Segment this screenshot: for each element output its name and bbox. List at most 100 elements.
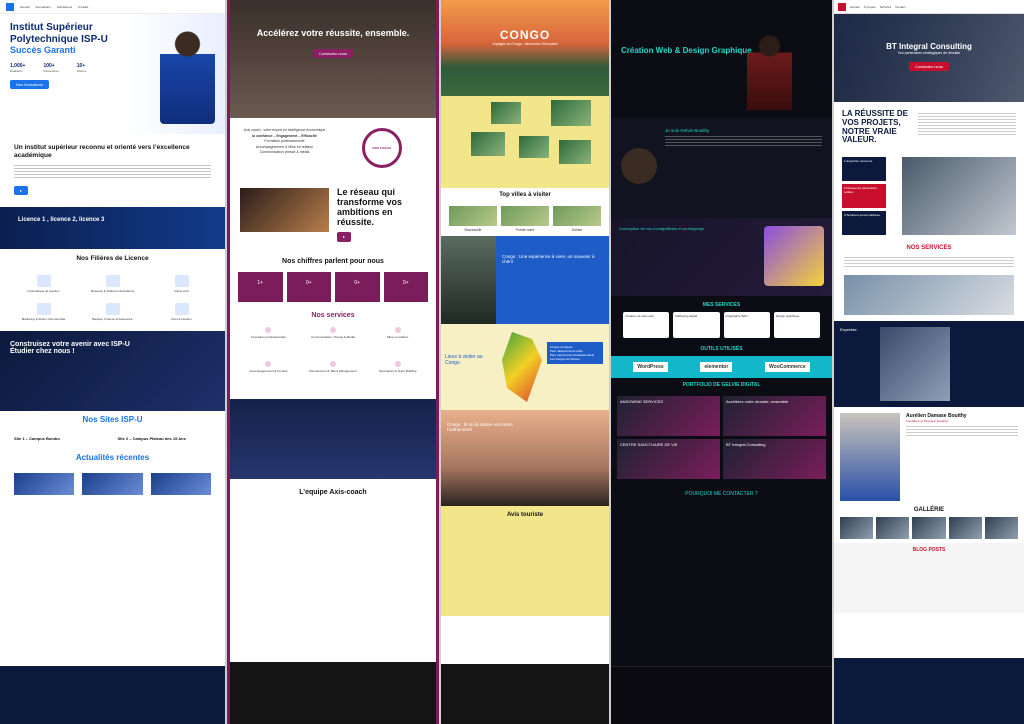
city-card[interactable]: Brazzaville — [449, 206, 497, 232]
filiere-item[interactable]: Génie Civil — [150, 275, 213, 297]
value-heading: LA RÉUSSITE DE VOS PROJETS, NOTRE VRAIE … — [842, 109, 908, 145]
news-thumbnail[interactable] — [150, 473, 211, 496]
congo-map — [502, 332, 542, 402]
service-card[interactable]: Design graphique — [773, 312, 820, 338]
top-navigation: Accueil Formations Admissions Contact — [0, 0, 225, 14]
elementor-logo: elementor — [700, 362, 733, 372]
services-paragraph — [844, 257, 1014, 270]
about-paragraph — [14, 164, 211, 179]
filieres-heading: Nos Filières de Licence — [76, 254, 149, 262]
service-label: Communication, Presse & Média — [311, 335, 355, 340]
service-card[interactable]: Infographie SEO — [723, 312, 770, 338]
learn-more-button[interactable]: ▸ — [14, 185, 29, 195]
contact-section: POURQUOI ME CONTACTER ? — [611, 483, 832, 573]
hero-subtitle: Vos partenaires stratégiques de réussite — [897, 51, 961, 55]
footer — [0, 666, 225, 724]
filiere-illustration — [36, 303, 51, 316]
service-item[interactable]: Accompagnement & Conseil — [238, 361, 299, 391]
about-heading: Un institut supérieur reconnu et orienté… — [14, 144, 190, 160]
service-item[interactable]: Mise en relation — [367, 327, 428, 357]
reseau-heading: Le réseau qui transforme vos ambitions e… — [337, 187, 403, 227]
woocommerce-logo: WooCommerce — [765, 362, 810, 372]
filiere-item[interactable]: Réseaux & Télécommunications — [81, 275, 144, 297]
nav-link[interactable]: Admissions — [57, 5, 72, 9]
filiere-item[interactable]: Banque, Finance & Assurance — [81, 303, 144, 325]
service-card[interactable]: Marketing digital — [673, 312, 720, 338]
nav-link[interactable]: Services — [880, 5, 892, 9]
hero-title-line1: Institut Supérieur — [10, 22, 93, 33]
top-villes-heading-wrap: Top villes à visiter — [441, 188, 609, 202]
contact-button[interactable]: Contactez-nous — [908, 62, 949, 71]
about-text: Je suis Gelvie Bouithy — [665, 128, 822, 208]
nav-link[interactable]: Accueil — [850, 5, 860, 9]
equipe-heading-wrap: L’equipe Axis-coach — [230, 479, 436, 507]
reseau-row: Le réseau qui transforme vos ambitions e… — [230, 178, 436, 252]
hero-subtitle: Voyagez au Congo : découvrez l’inexploré — [492, 42, 558, 46]
licence-band: Licence 1 , licence 2, licence 3 — [0, 206, 225, 249]
experience-text: Congo : Une expérience à vivre, un souve… — [502, 254, 595, 264]
collage-photo — [559, 140, 591, 164]
gallery-photo[interactable] — [840, 517, 874, 540]
service-item[interactable]: Séminaires & Team Building — [367, 361, 428, 391]
reseau-button[interactable]: ▸ — [337, 231, 352, 242]
service-card[interactable]: Création de sites web — [623, 312, 670, 338]
portfolio-item[interactable]: ANSOWINE SERVICES — [617, 396, 720, 436]
filiere-item[interactable]: Informatique de Gestion — [12, 275, 75, 297]
top-navigation: Accueil À propos Services Contact — [834, 0, 1024, 14]
gallery-photo[interactable] — [912, 517, 946, 540]
news-thumbnails — [0, 469, 225, 499]
value-card: 3 Solutions personnalisées — [842, 211, 886, 236]
nav-link[interactable]: Contact — [895, 5, 905, 9]
city-card[interactable]: Dolisie — [553, 206, 601, 232]
collage-photo — [551, 100, 591, 126]
news-thumbnail[interactable] — [82, 473, 143, 496]
chiffres-heading-wrap: Nos chiffres parlent pour nous — [230, 252, 436, 272]
filiere-item[interactable]: Droit & Gestion — [150, 303, 213, 325]
about-section: Un institut supérieur reconnu et orienté… — [0, 134, 225, 207]
service-item[interactable]: Communication, Presse & Média — [303, 327, 364, 357]
service-item[interactable]: Recrutement & Talent Management — [303, 361, 364, 391]
portfolio-item[interactable]: CENTRE SANCTUAIRE DE VIE — [617, 439, 720, 479]
wordpress-logo: WordPress — [633, 362, 668, 372]
news-thumbnail[interactable] — [14, 473, 75, 496]
filiere-label: Banque, Finance & Assurance — [92, 317, 133, 322]
filiere-item[interactable]: Marketing & Action Commerciale — [12, 303, 75, 325]
nav-link[interactable]: Formations — [36, 5, 51, 9]
services-heading: MES SERVICES — [702, 302, 741, 308]
isp-u-logo[interactable] — [6, 2, 14, 11]
filiere-label: Génie Civil — [174, 289, 189, 294]
gallery-photo[interactable] — [948, 517, 982, 540]
stat-label: Partenaires — [43, 69, 59, 73]
portfolio-item[interactable]: Accélérez votre réussite, ensemble — [723, 396, 826, 436]
intro-tags: Axis coach : votre expert en intelligenc… — [240, 128, 329, 168]
stat-box: 0+ — [286, 271, 331, 302]
chiffres-heading: Nos chiffres parlent pour nous — [282, 257, 384, 265]
conception-text: Conception de vos montgolfières et proto… — [619, 226, 704, 231]
bt-logo[interactable] — [838, 2, 846, 11]
designer-photo — [747, 30, 792, 110]
nav-link[interactable]: Accueil — [20, 5, 30, 9]
video-thumbnail[interactable] — [240, 188, 329, 232]
contact-button[interactable]: Contactez-nous — [312, 48, 353, 58]
formations-button[interactable]: Nos formations — [10, 80, 49, 89]
gallery-photo[interactable] — [876, 517, 910, 540]
handshake-photo — [902, 157, 1016, 236]
nav-link[interactable]: À propos — [864, 5, 876, 9]
portfolio-item[interactable]: BT Integral Consulting — [723, 439, 826, 479]
stat-label: Étudiants — [10, 69, 23, 73]
gallery-photo[interactable] — [984, 517, 1019, 540]
gallery-row — [834, 513, 1024, 543]
filiere-label: Marketing & Action Commerciale — [21, 317, 66, 322]
founder-photo — [840, 413, 900, 502]
site-item: Site 1 – Campus Bombo — [14, 435, 60, 441]
footer — [441, 664, 609, 724]
services-heading: NOS SERVICES — [906, 245, 952, 252]
lieux-list: Chutes du Djoué Parc national de la Léfi… — [547, 342, 603, 364]
service-label: Recrutement & Talent Management — [309, 369, 357, 374]
founder-role: Fondateur et Directeur Général — [906, 419, 948, 424]
nav-link[interactable]: Contact — [78, 5, 88, 9]
service-item[interactable]: Formation professionnelle — [238, 327, 299, 357]
congo-tourism-panel: CONGO Voyagez au Congo : découvrez l’ine… — [441, 0, 609, 724]
city-card[interactable]: Pointe-noire — [501, 206, 549, 232]
axis-coach-logo: AXIS COACH — [361, 128, 402, 168]
